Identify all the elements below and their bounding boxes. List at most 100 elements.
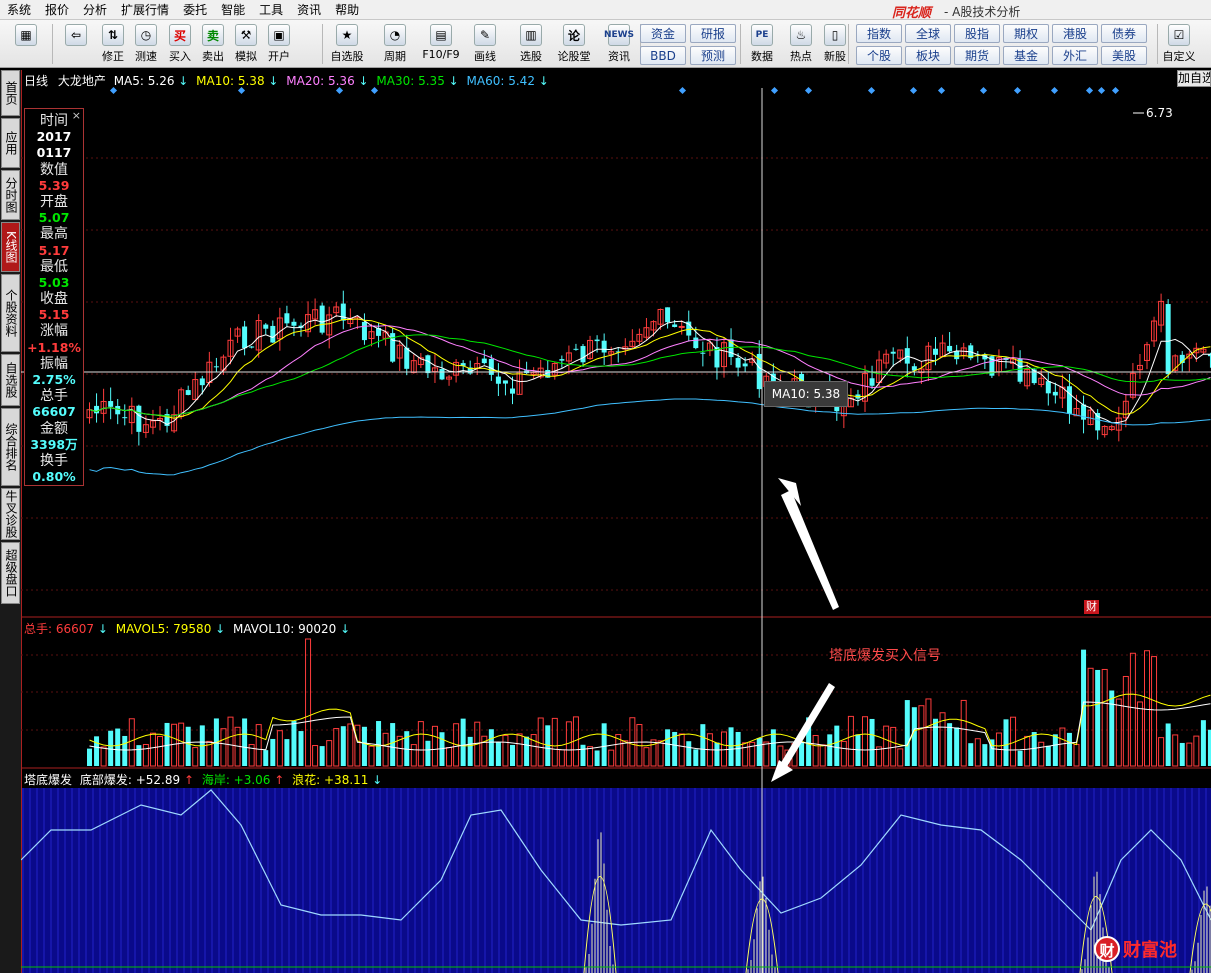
toolbar-button-label: 自定义 [1162, 50, 1196, 63]
toolbar-button-12[interactable]: ▥ 选股 [515, 22, 547, 66]
toolbar-button-4[interactable]: 买买入 [164, 22, 196, 66]
quick-button-3[interactable]: 预测 [690, 46, 736, 65]
volume-bar [510, 744, 515, 766]
peak-price-label: 6.73 [1146, 106, 1173, 120]
toolbar-button-10[interactable]: ▤ F10/F9 [422, 22, 460, 66]
menu-item[interactable]: 智能 [214, 0, 252, 20]
left-tab-3[interactable]: K线图 [1, 222, 20, 272]
volume-bar [686, 741, 692, 766]
wave-arrow-icon: ↓ [368, 773, 383, 787]
indicator-name[interactable]: 塔底爆发 [24, 773, 72, 787]
volume-bar [904, 700, 910, 766]
quick-button-5[interactable]: 全球 [905, 24, 951, 43]
toolbar-button-15[interactable]: PE 数据 [746, 22, 778, 66]
candle-body [284, 313, 290, 324]
toolbar-text-icon: 买 [169, 24, 191, 46]
candle-body [122, 417, 128, 419]
left-tab-bar: 首页 应用分时图 K线图个股资料自选股综合排名牛叉诊股超级盘口 [0, 70, 21, 973]
menu-item[interactable]: 帮助 [328, 0, 366, 20]
candle-body [665, 307, 671, 323]
quick-button-9[interactable]: 债券 [1101, 24, 1147, 43]
toolbar-button-7[interactable]: ▣ 开户 [263, 22, 295, 66]
menu-item[interactable]: 扩展行情 [114, 0, 176, 20]
toolbar-button-8[interactable]: ★ 自选股 [331, 22, 364, 66]
volume-bar [136, 745, 142, 766]
candle-body [263, 324, 269, 329]
volume-bar [495, 742, 501, 766]
quick-button-1[interactable]: 研报 [690, 24, 736, 43]
menu-item[interactable]: 工具 [252, 0, 290, 20]
candle-body [573, 348, 579, 350]
volume-bar [185, 726, 191, 766]
toolbar-button-3[interactable]: ◷ 测速 [130, 22, 162, 66]
toolbar-button-14[interactable]: NEWS 资讯 [603, 22, 635, 66]
volume-bar [242, 718, 248, 766]
left-tab-2[interactable]: 分时图 [1, 170, 20, 220]
volume-bar [1045, 745, 1051, 766]
window-title: - A股技术分析 [944, 5, 1021, 19]
toolbar-button-0[interactable]: ▦ [10, 22, 42, 66]
quick-button-4[interactable]: 指数 [856, 24, 902, 43]
kline-chart-area[interactable] [21, 70, 1211, 973]
quick-button-10[interactable]: 个股 [856, 46, 902, 65]
toolbar-button-label: 周期 [384, 50, 406, 63]
left-tab-8[interactable]: 超级盘口 [1, 542, 20, 604]
quick-button-12[interactable]: 期货 [954, 46, 1000, 65]
toolbar-button-18[interactable]: ☑ 自定义 [1162, 22, 1196, 66]
quick-button-7[interactable]: 期权 [1003, 24, 1049, 43]
period-label[interactable]: 日线 [24, 74, 48, 88]
menu-item[interactable]: 报价 [38, 0, 76, 20]
amount-value: 3398万 [30, 436, 78, 452]
date-value: 0117 [36, 145, 72, 161]
quick-button-15[interactable]: 美股 [1101, 46, 1147, 65]
toolbar-button-16[interactable]: ♨ 热点 [785, 22, 817, 66]
left-tab-4[interactable]: 个股资料 [1, 274, 20, 352]
toolbar-button-6[interactable]: ⚒ 模拟 [230, 22, 262, 66]
volume-bar [1003, 719, 1009, 766]
custom-icon: ☑ [1168, 24, 1190, 46]
toolbar-button-2[interactable]: ⇅ 修正 [97, 22, 129, 66]
quick-button-14[interactable]: 外汇 [1052, 46, 1098, 65]
toolbar-button-label: 测速 [135, 50, 157, 63]
quick-button-6[interactable]: 股指 [954, 24, 1000, 43]
toolbar-button-5[interactable]: 卖卖出 [197, 22, 229, 66]
watermark-logo: 财 [1094, 936, 1120, 962]
ma60-value: MA60: 5.42 [466, 74, 535, 88]
menu-item[interactable]: 委托 [176, 0, 214, 20]
toolbar-button-9[interactable]: ◔ 周期 [379, 22, 411, 66]
kline-chart-svg[interactable] [21, 70, 1211, 973]
volume-bar [263, 750, 269, 766]
left-tab-7[interactable]: 牛叉诊股 [1, 488, 20, 540]
left-tab-5[interactable]: 自选股 [1, 354, 20, 406]
quick-button-2[interactable]: BBD [640, 46, 686, 65]
toolbar-button-13[interactable]: 论论股堂 [558, 22, 591, 66]
volume-bar [425, 740, 431, 766]
finance-badge[interactable]: 财 [1084, 600, 1099, 614]
candle-body [495, 376, 501, 384]
candle-body [185, 390, 191, 395]
menu-bar: 系统 报价 分析 扩展行情 委托 智能 工具 资讯 帮助 同花顺 - A股技术分析 [0, 0, 1211, 21]
quick-button-0[interactable]: 资金 [640, 24, 686, 43]
mavol10-value: MAVOL10: 90020 [233, 622, 337, 636]
candle-body [890, 351, 896, 354]
menu-item[interactable]: 分析 [76, 0, 114, 20]
up-down-arrow-icon: ⇅ [102, 24, 124, 46]
app-brand-logo: 同花顺 [892, 6, 932, 21]
toolbar-separator [1157, 24, 1158, 64]
quick-button-8[interactable]: 港股 [1052, 24, 1098, 43]
volume-bar [693, 749, 699, 766]
menu-item[interactable]: 系统 [0, 0, 38, 20]
left-tab-0[interactable]: 首页 [1, 70, 20, 116]
add-to-watchlist-button[interactable]: 加自选 [1177, 70, 1211, 87]
close-icon[interactable]: × [72, 109, 81, 122]
toolbar-button-17[interactable]: ▯ 新股 [819, 22, 851, 66]
volume-bar [319, 746, 325, 766]
quick-button-13[interactable]: 基金 [1003, 46, 1049, 65]
left-tab-1[interactable]: 应用 [1, 118, 20, 168]
toolbar-button-11[interactable]: ✎ 画线 [469, 22, 501, 66]
ma30-value: MA30: 5.35 [376, 74, 445, 88]
left-tab-6[interactable]: 综合排名 [1, 408, 20, 486]
menu-item[interactable]: 资讯 [290, 0, 328, 20]
quick-button-11[interactable]: 板块 [905, 46, 951, 65]
toolbar-button-1[interactable]: ⇦ [60, 22, 92, 66]
